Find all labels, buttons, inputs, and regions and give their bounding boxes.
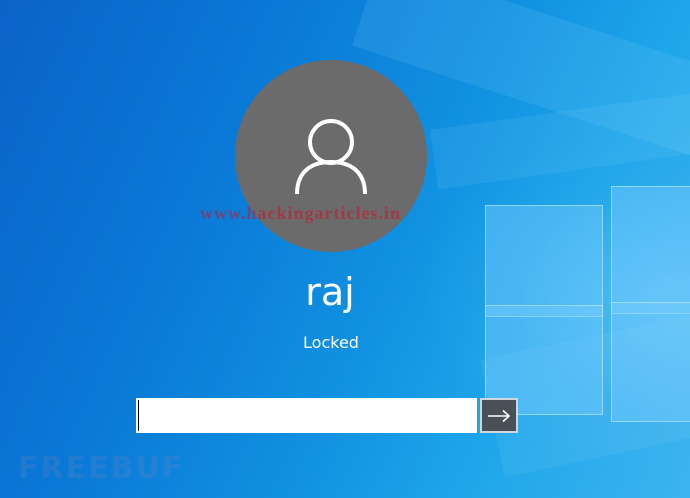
user-name: raj: [305, 270, 355, 314]
user-icon: [295, 119, 367, 195]
corner-watermark: FREEBUF: [18, 451, 185, 486]
lock-status: Locked: [303, 333, 359, 352]
windows-logo-pane: [611, 302, 690, 422]
password-input[interactable]: [136, 398, 477, 433]
watermark-text: www.hackingarticles.in: [200, 203, 402, 223]
password-row: [136, 398, 518, 433]
submit-button[interactable]: [480, 398, 518, 433]
arrow-right-icon: [488, 409, 511, 422]
